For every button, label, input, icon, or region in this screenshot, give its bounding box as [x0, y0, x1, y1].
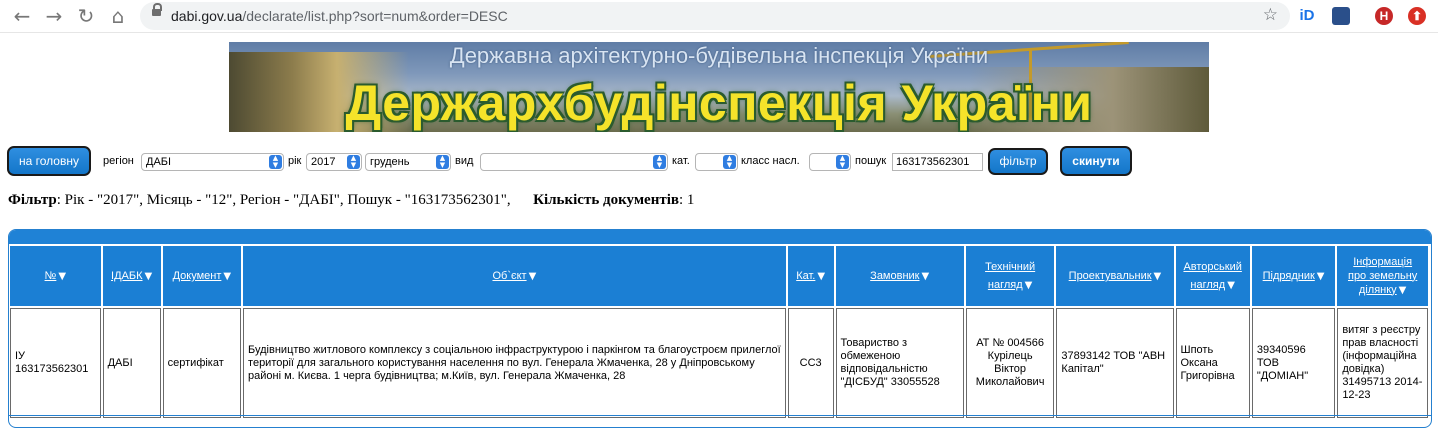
- url-text[interactable]: dabi.gov.ua/declarate/list.php?sort=num&…: [171, 8, 508, 24]
- region-label: регіон: [103, 155, 134, 167]
- site-banner: Державна архітектурно-будівельна інспекц…: [229, 42, 1209, 132]
- cell-designer: 37893142 ТОВ "АВН Капітал": [1056, 308, 1174, 418]
- cell-document: сертифікат: [162, 308, 242, 418]
- col-header-category[interactable]: Кат. ▼: [787, 246, 834, 306]
- sort-desc-icon[interactable]: ▼: [1399, 285, 1407, 296]
- cell-land-info: витяг з реєстру прав власності (інформац…: [1337, 308, 1428, 418]
- profile-avatar[interactable]: H: [1375, 7, 1393, 25]
- type-select[interactable]: ▲ ▼: [480, 153, 668, 171]
- search-input[interactable]: [892, 153, 983, 171]
- update-icon[interactable]: ⬆: [1408, 7, 1426, 25]
- table-top-bar: [9, 230, 1431, 244]
- class-select[interactable]: ▲ ▼: [809, 153, 851, 171]
- sort-desc-icon[interactable]: ▼: [529, 271, 537, 282]
- sort-desc-icon[interactable]: ▼: [1025, 280, 1033, 291]
- col-header-object[interactable]: Об`єкт ▼: [243, 246, 786, 306]
- table-footer-line: [9, 415, 1431, 426]
- filter-toolbar: на головну регіон ДАБІ ▲ ▼ рік 2017 ▲ ▼ груд…: [0, 145, 1438, 179]
- cell-object: Будівництво житлового комплексу з соціал…: [243, 308, 786, 418]
- filter-summary: Фільтр: Рік - "2017", Місяць - "12", Рег…: [8, 192, 695, 208]
- sort-desc-icon[interactable]: ▼: [223, 271, 231, 282]
- col-header-author-supervision[interactable]: Авторський нагляд ▼: [1175, 246, 1250, 306]
- back-icon[interactable]: ←: [10, 4, 34, 28]
- search-label: пошук: [855, 155, 887, 167]
- cell-idabk: ДАБІ: [102, 308, 161, 418]
- chevron-down-icon: ▲ ▼: [269, 155, 282, 169]
- banner-title: Держархбудінспекція України: [345, 75, 1093, 131]
- class-label: класс насл.: [741, 155, 800, 167]
- lock-icon[interactable]: [152, 3, 162, 16]
- extension-icon[interactable]: [1332, 7, 1350, 25]
- col-header-num[interactable]: № ▼: [10, 246, 101, 306]
- browser-toolbar: ← → ↻ ⌂ dabi.gov.ua/declarate/list.php?s…: [0, 0, 1438, 33]
- sort-desc-icon[interactable]: ▼: [922, 271, 930, 282]
- bookmark-star-icon[interactable]: ☆: [1263, 5, 1278, 25]
- sort-desc-icon[interactable]: ▼: [1227, 280, 1235, 291]
- sort-desc-icon[interactable]: ▼: [145, 271, 153, 282]
- cell-tech-supervision: АТ № 004566 Курілець Віктор Миколайович: [965, 308, 1055, 418]
- category-label: кат.: [672, 155, 690, 167]
- col-header-customer[interactable]: Замовник ▼: [835, 246, 964, 306]
- chevron-down-icon: ▲ ▼: [653, 155, 666, 169]
- cell-category: СС3: [787, 308, 834, 418]
- cell-contractor: 39340596 ТОВ "ДОМІАН": [1251, 308, 1336, 418]
- chevron-down-icon: ▲ ▼: [347, 155, 360, 169]
- region-select[interactable]: ДАБІ ▲ ▼: [141, 153, 284, 171]
- table-row: ІУ 163173562301 ДАБІ сертифікат Будівницт…: [10, 308, 1428, 418]
- cell-author-supervision: Шпоть Оксана Григорівна: [1175, 308, 1250, 418]
- sort-desc-icon[interactable]: ▼: [58, 271, 66, 282]
- extension-id-icon[interactable]: iD: [1298, 7, 1316, 25]
- col-header-land-info[interactable]: Інформація про земельну ділянку ▼: [1337, 246, 1428, 306]
- category-select[interactable]: ▲ ▼: [695, 153, 738, 171]
- col-header-idabk[interactable]: ІДАБК ▼: [102, 246, 161, 306]
- declarations-table: № ▼ ІДАБК ▼ Документ ▼ Об`єкт ▼ Кат. ▼ Замовн…: [9, 244, 1430, 420]
- address-bar[interactable]: dabi.gov.ua/declarate/list.php?sort=num&…: [140, 2, 1290, 30]
- cell-customer: Товариство з обмеженою відповідальністю …: [835, 308, 964, 418]
- col-header-designer[interactable]: Проектувальник ▼: [1056, 246, 1174, 306]
- col-header-document[interactable]: Документ ▼: [162, 246, 242, 306]
- type-label: вид: [455, 155, 474, 167]
- sort-desc-icon[interactable]: ▼: [817, 271, 825, 282]
- chevron-down-icon: ▲ ▼: [723, 155, 736, 169]
- home-icon[interactable]: ⌂: [106, 4, 130, 28]
- forward-icon[interactable]: →: [42, 4, 66, 28]
- filter-button[interactable]: фільтр: [988, 148, 1048, 175]
- results-table: № ▼ ІДАБК ▼ Документ ▼ Об`єкт ▼ Кат. ▼ Замовн…: [8, 229, 1432, 428]
- sort-desc-icon[interactable]: ▼: [1154, 271, 1162, 282]
- col-header-contractor[interactable]: Підрядник ▼: [1251, 246, 1336, 306]
- year-select[interactable]: 2017 ▲ ▼: [306, 153, 362, 171]
- chevron-down-icon: ▲ ▼: [436, 155, 449, 169]
- chevron-down-icon: ▲ ▼: [836, 155, 849, 169]
- reset-button[interactable]: скинути: [1060, 146, 1132, 176]
- year-label: рік: [288, 155, 302, 167]
- banner-subtitle: Державна архітектурно-будівельна інспекц…: [449, 43, 989, 68]
- table-header-row: № ▼ ІДАБК ▼ Документ ▼ Об`єкт ▼ Кат. ▼ Замовн…: [10, 246, 1428, 306]
- reload-icon[interactable]: ↻: [74, 4, 98, 28]
- home-button[interactable]: на головну: [7, 146, 91, 176]
- col-header-tech-supervision[interactable]: Технічний нагляд ▼: [965, 246, 1055, 306]
- sort-desc-icon[interactable]: ▼: [1317, 271, 1325, 282]
- cell-num: ІУ 163173562301: [10, 308, 101, 418]
- month-select[interactable]: грудень ▲ ▼: [365, 153, 451, 171]
